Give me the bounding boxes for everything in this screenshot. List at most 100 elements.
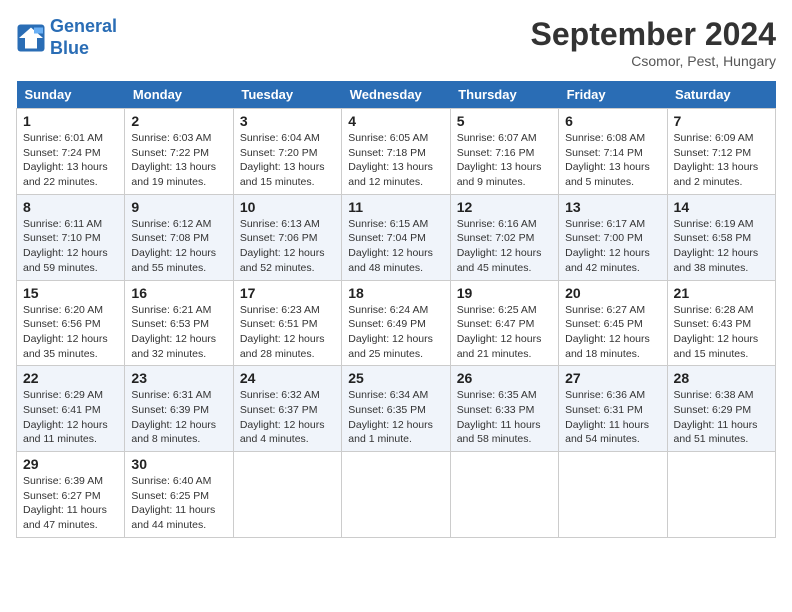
day-info: Sunrise: 6:38 AM Sunset: 6:29 PM Dayligh…: [674, 388, 769, 447]
day-info: Sunrise: 6:17 AM Sunset: 7:00 PM Dayligh…: [565, 217, 660, 276]
calendar-cell: 4 Sunrise: 6:05 AM Sunset: 7:18 PM Daylig…: [342, 109, 450, 195]
calendar-cell: 5 Sunrise: 6:07 AM Sunset: 7:16 PM Daylig…: [450, 109, 558, 195]
day-info: Sunrise: 6:04 AM Sunset: 7:20 PM Dayligh…: [240, 131, 335, 190]
calendar-cell: 20Sunrise: 6:27 AM Sunset: 6:45 PM Dayli…: [559, 280, 667, 366]
day-number: 8: [23, 199, 118, 215]
day-info: Sunrise: 6:01 AM Sunset: 7:24 PM Dayligh…: [23, 131, 118, 190]
day-number: 27: [565, 370, 660, 386]
col-header-wednesday: Wednesday: [342, 81, 450, 109]
day-info: Sunrise: 6:28 AM Sunset: 6:43 PM Dayligh…: [674, 303, 769, 362]
calendar-cell: 7 Sunrise: 6:09 AM Sunset: 7:12 PM Daylig…: [667, 109, 775, 195]
day-info: Sunrise: 6:24 AM Sunset: 6:49 PM Dayligh…: [348, 303, 443, 362]
day-info: Sunrise: 6:05 AM Sunset: 7:18 PM Dayligh…: [348, 131, 443, 190]
day-info: Sunrise: 6:36 AM Sunset: 6:31 PM Dayligh…: [565, 388, 660, 447]
day-info: Sunrise: 6:13 AM Sunset: 7:06 PM Dayligh…: [240, 217, 335, 276]
day-info: Sunrise: 6:35 AM Sunset: 6:33 PM Dayligh…: [457, 388, 552, 447]
col-header-friday: Friday: [559, 81, 667, 109]
calendar-cell: 18 Sunrise: 6:24 AM Sunset: 6:49 PM Dayli…: [342, 280, 450, 366]
calendar-cell: 1 Sunrise: 6:01 AM Sunset: 7:24 PM Daylig…: [17, 109, 125, 195]
calendar-cell: [559, 452, 667, 538]
day-info: Sunrise: 6:03 AM Sunset: 7:22 PM Dayligh…: [131, 131, 226, 190]
day-number: 3: [240, 113, 335, 129]
day-info: Sunrise: 6:09 AM Sunset: 7:12 PM Dayligh…: [674, 131, 769, 190]
calendar-cell: [342, 452, 450, 538]
day-number: 15: [23, 285, 118, 301]
day-number: 2: [131, 113, 226, 129]
calendar-cell: 9Sunrise: 6:12 AM Sunset: 7:08 PM Daylig…: [125, 194, 233, 280]
calendar-cell: 17Sunrise: 6:23 AM Sunset: 6:51 PM Dayli…: [233, 280, 341, 366]
calendar-cell: 15 Sunrise: 6:20 AM Sunset: 6:56 PM Dayli…: [17, 280, 125, 366]
day-number: 7: [674, 113, 769, 129]
calendar-cell: 22Sunrise: 6:29 AM Sunset: 6:41 PM Dayli…: [17, 366, 125, 452]
calendar-cell: 2 Sunrise: 6:03 AM Sunset: 7:22 PM Daylig…: [125, 109, 233, 195]
month-title: September 2024: [531, 16, 776, 53]
day-info: Sunrise: 6:39 AM Sunset: 6:27 PM Dayligh…: [23, 474, 118, 533]
calendar-week-4: 29 Sunrise: 6:39 AM Sunset: 6:27 PM Dayli…: [17, 452, 776, 538]
day-number: 30: [131, 456, 226, 472]
day-info: Sunrise: 6:25 AM Sunset: 6:47 PM Dayligh…: [457, 303, 552, 362]
calendar-cell: 27 Sunrise: 6:36 AM Sunset: 6:31 PM Dayli…: [559, 366, 667, 452]
day-number: 18: [348, 285, 443, 301]
day-info: Sunrise: 6:07 AM Sunset: 7:16 PM Dayligh…: [457, 131, 552, 190]
title-block: September 2024 Csomor, Pest, Hungary: [531, 16, 776, 69]
calendar-cell: 19 Sunrise: 6:25 AM Sunset: 6:47 PM Dayli…: [450, 280, 558, 366]
day-info: Sunrise: 6:32 AM Sunset: 6:37 PM Dayligh…: [240, 388, 335, 447]
day-number: 26: [457, 370, 552, 386]
day-info: Sunrise: 6:29 AM Sunset: 6:41 PM Dayligh…: [23, 388, 118, 447]
header-row: SundayMondayTuesdayWednesdayThursdayFrid…: [17, 81, 776, 109]
day-number: 4: [348, 113, 443, 129]
logo: General Blue: [16, 16, 117, 59]
calendar-cell: 16 Sunrise: 6:21 AM Sunset: 6:53 PM Dayli…: [125, 280, 233, 366]
calendar-week-2: 15 Sunrise: 6:20 AM Sunset: 6:56 PM Dayli…: [17, 280, 776, 366]
calendar-cell: 11 Sunrise: 6:15 AM Sunset: 7:04 PM Dayli…: [342, 194, 450, 280]
day-info: Sunrise: 6:20 AM Sunset: 6:56 PM Dayligh…: [23, 303, 118, 362]
calendar-cell: 14Sunrise: 6:19 AM Sunset: 6:58 PM Dayli…: [667, 194, 775, 280]
day-number: 10: [240, 199, 335, 215]
calendar-week-0: 1 Sunrise: 6:01 AM Sunset: 7:24 PM Daylig…: [17, 109, 776, 195]
day-info: Sunrise: 6:08 AM Sunset: 7:14 PM Dayligh…: [565, 131, 660, 190]
day-number: 5: [457, 113, 552, 129]
day-number: 23: [131, 370, 226, 386]
calendar-cell: 13 Sunrise: 6:17 AM Sunset: 7:00 PM Dayli…: [559, 194, 667, 280]
day-number: 19: [457, 285, 552, 301]
calendar-cell: 24 Sunrise: 6:32 AM Sunset: 6:37 PM Dayli…: [233, 366, 341, 452]
day-info: Sunrise: 6:27 AM Sunset: 6:45 PM Dayligh…: [565, 303, 660, 362]
col-header-sunday: Sunday: [17, 81, 125, 109]
day-info: Sunrise: 6:12 AM Sunset: 7:08 PM Dayligh…: [131, 217, 226, 276]
logo-icon: [16, 23, 46, 53]
calendar-cell: 28Sunrise: 6:38 AM Sunset: 6:29 PM Dayli…: [667, 366, 775, 452]
day-number: 16: [131, 285, 226, 301]
logo-blue: Blue: [50, 38, 89, 58]
calendar-cell: 6 Sunrise: 6:08 AM Sunset: 7:14 PM Daylig…: [559, 109, 667, 195]
calendar-cell: 21 Sunrise: 6:28 AM Sunset: 6:43 PM Dayli…: [667, 280, 775, 366]
page-header: General Blue September 2024 Csomor, Pest…: [16, 16, 776, 69]
day-number: 11: [348, 199, 443, 215]
calendar-cell: 23Sunrise: 6:31 AM Sunset: 6:39 PM Dayli…: [125, 366, 233, 452]
day-number: 13: [565, 199, 660, 215]
col-header-monday: Monday: [125, 81, 233, 109]
calendar-cell: 3 Sunrise: 6:04 AM Sunset: 7:20 PM Daylig…: [233, 109, 341, 195]
calendar-cell: [667, 452, 775, 538]
calendar-cell: [233, 452, 341, 538]
calendar-cell: 8Sunrise: 6:11 AM Sunset: 7:10 PM Daylig…: [17, 194, 125, 280]
day-number: 24: [240, 370, 335, 386]
day-number: 1: [23, 113, 118, 129]
calendar-cell: 10 Sunrise: 6:13 AM Sunset: 7:06 PM Dayli…: [233, 194, 341, 280]
day-number: 21: [674, 285, 769, 301]
calendar-week-1: 8Sunrise: 6:11 AM Sunset: 7:10 PM Daylig…: [17, 194, 776, 280]
day-number: 6: [565, 113, 660, 129]
day-info: Sunrise: 6:19 AM Sunset: 6:58 PM Dayligh…: [674, 217, 769, 276]
day-info: Sunrise: 6:34 AM Sunset: 6:35 PM Dayligh…: [348, 388, 443, 447]
calendar-cell: [450, 452, 558, 538]
day-number: 12: [457, 199, 552, 215]
col-header-tuesday: Tuesday: [233, 81, 341, 109]
day-number: 17: [240, 285, 335, 301]
day-number: 29: [23, 456, 118, 472]
day-info: Sunrise: 6:21 AM Sunset: 6:53 PM Dayligh…: [131, 303, 226, 362]
day-info: Sunrise: 6:15 AM Sunset: 7:04 PM Dayligh…: [348, 217, 443, 276]
calendar-table: SundayMondayTuesdayWednesdayThursdayFrid…: [16, 81, 776, 538]
logo-text: General Blue: [50, 16, 117, 59]
calendar-cell: 26 Sunrise: 6:35 AM Sunset: 6:33 PM Dayli…: [450, 366, 558, 452]
calendar-cell: 30Sunrise: 6:40 AM Sunset: 6:25 PM Dayli…: [125, 452, 233, 538]
calendar-cell: 29 Sunrise: 6:39 AM Sunset: 6:27 PM Dayli…: [17, 452, 125, 538]
